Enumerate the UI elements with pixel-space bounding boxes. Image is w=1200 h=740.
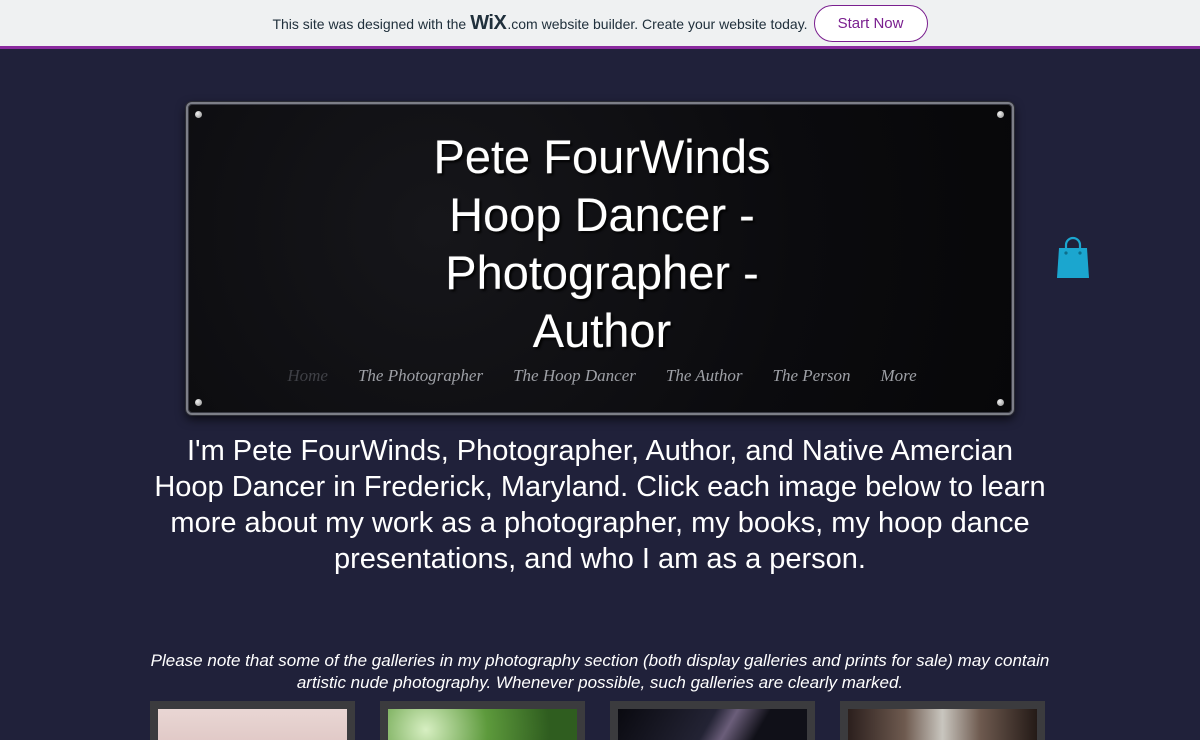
nav-item-the-photographer[interactable]: The Photographer [343, 366, 498, 386]
nav-item-home[interactable]: Home [272, 366, 343, 386]
screw-icon [195, 111, 202, 118]
nav-item-the-author[interactable]: The Author [651, 366, 758, 386]
site-title-line: Pete FourWinds [433, 130, 771, 183]
site-title[interactable]: Pete FourWinds Hoop Dancer - Photographe… [188, 128, 1016, 360]
main-nav: Home The Photographer The Hoop Dancer Th… [188, 366, 1016, 386]
hoop-dancer-image-tile[interactable] [380, 701, 585, 740]
nav-item-more[interactable]: More [865, 366, 931, 386]
screw-icon [997, 111, 1004, 118]
site-title-line: Hoop Dancer - [449, 188, 755, 241]
wix-banner-text-after: website builder. Create your website tod… [541, 15, 808, 32]
gallery-note: Please note that some of the galleries i… [150, 651, 1050, 692]
site-title-line: Author [532, 304, 672, 357]
wix-dotcom: .com [507, 15, 538, 32]
wix-promo-banner: This site was designed with the WiX .com… [0, 0, 1200, 46]
person-image [848, 709, 1037, 740]
nav-item-the-person[interactable]: The Person [758, 366, 866, 386]
wix-banner-text-before: This site was designed with the [272, 15, 467, 32]
screw-icon [195, 399, 202, 406]
site-title-line: Photographer - [445, 246, 759, 299]
author-image [618, 709, 807, 740]
person-image-tile[interactable] [840, 701, 1045, 740]
start-now-button[interactable]: Start Now [813, 4, 928, 42]
screw-icon [997, 399, 1004, 406]
photographer-image [158, 709, 347, 740]
banner-divider [0, 46, 1200, 49]
hoop-dancer-image [388, 709, 577, 740]
author-image-tile[interactable] [610, 701, 815, 740]
nav-item-the-hoop-dancer[interactable]: The Hoop Dancer [498, 366, 651, 386]
intro-text: I'm Pete FourWinds, Photographer, Author… [154, 435, 1046, 575]
wix-logo[interactable]: WiX [470, 12, 507, 35]
wix-promo-text: This site was designed with the WiX .com… [272, 12, 807, 35]
shopping-bag-icon[interactable] [1056, 236, 1090, 278]
photographer-image-tile[interactable] [150, 701, 355, 740]
site-header: Pete FourWinds Hoop Dancer - Photographe… [186, 102, 1014, 415]
